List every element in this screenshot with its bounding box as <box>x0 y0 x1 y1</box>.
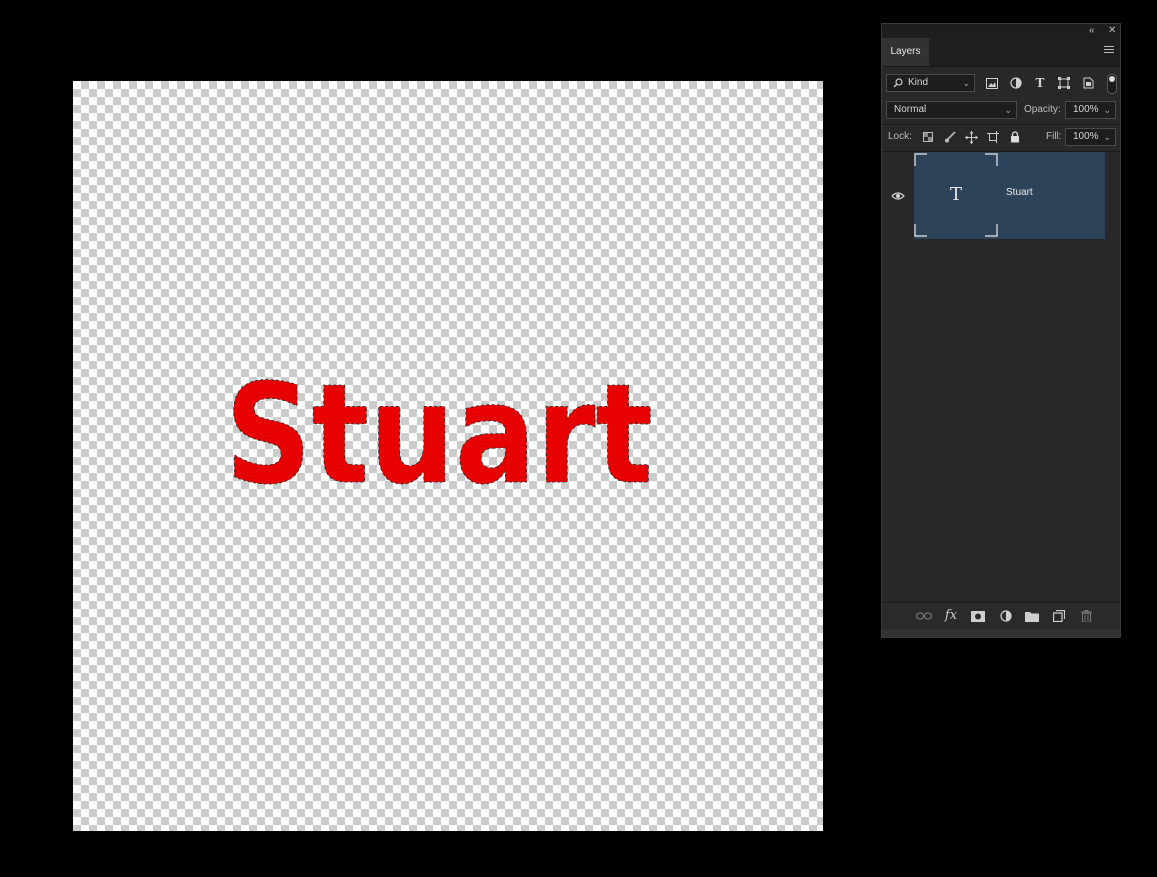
canvas-text-stuart: Stuart <box>225 354 653 515</box>
layer-mask-icon[interactable] <box>970 608 986 624</box>
shape-filter-icon[interactable] <box>1056 75 1072 91</box>
filter-toggle-switch[interactable] <box>1107 74 1117 94</box>
chevron-down-icon: ⌄ <box>1004 105 1012 115</box>
layer-name[interactable]: Stuart <box>1006 187 1033 198</box>
tab-layers[interactable]: Layers <box>882 38 929 66</box>
kind-filter-value: Kind <box>908 77 929 88</box>
type-filter-icon[interactable]: T <box>1032 75 1048 91</box>
lock-artboard-icon[interactable] <box>985 129 1001 145</box>
kind-filter-dropdown[interactable]: Kind ⌄ <box>886 74 975 92</box>
blend-row: Normal ⌄ Opacity: 100% ⌄ <box>882 100 1120 122</box>
eye-visibility-icon[interactable] <box>891 191 905 201</box>
filter-row: Kind ⌄ T <box>882 71 1120 95</box>
lock-brush-icon[interactable] <box>942 129 958 145</box>
link-layers-icon[interactable] <box>916 608 932 624</box>
chevron-down-icon: ⌄ <box>1103 132 1111 142</box>
close-icon[interactable]: ✕ <box>1108 25 1116 37</box>
adjustment-filter-icon[interactable] <box>1008 75 1024 91</box>
fx-icon[interactable]: fx <box>943 607 959 623</box>
document-canvas[interactable]: Stuart <box>73 81 823 831</box>
panel-titlebar: « ✕ <box>882 24 1120 38</box>
smart-object-filter-icon[interactable] <box>1080 75 1096 91</box>
divider <box>882 124 1120 125</box>
new-layer-icon[interactable] <box>1051 608 1067 624</box>
layer-row-stuart[interactable]: T Stuart <box>882 152 1120 239</box>
opacity-label: Opacity: <box>1024 104 1061 115</box>
lock-all-icon[interactable] <box>1007 129 1023 145</box>
panel-resize-grip[interactable] <box>882 629 1120 637</box>
trash-icon[interactable] <box>1078 608 1094 624</box>
lock-row: Lock: Fill: 100% ⌄ <box>882 127 1120 149</box>
fill-label: Fill: <box>1046 131 1062 142</box>
text-layer-thumbnail: T <box>914 153 998 237</box>
lock-label: Lock: <box>888 131 912 142</box>
blend-mode-dropdown[interactable]: Normal ⌄ <box>886 101 1017 119</box>
layers-bottom-toolbar: fx <box>882 602 1120 629</box>
double-chevron-left-icon[interactable]: « <box>1089 25 1095 37</box>
adjustment-layer-icon[interactable] <box>998 608 1014 624</box>
blend-mode-value: Normal <box>894 104 927 115</box>
canvas-artwork: Stuart <box>225 354 654 516</box>
group-folder-icon[interactable] <box>1024 608 1040 624</box>
chevron-down-icon: ⌄ <box>1103 105 1111 115</box>
fill-field[interactable]: 100% ⌄ <box>1065 128 1116 146</box>
hamburger-icon[interactable] <box>1104 46 1114 55</box>
chevron-down-icon: ⌄ <box>962 78 970 88</box>
search-icon <box>893 78 903 88</box>
opacity-field[interactable]: 100% ⌄ <box>1065 101 1116 119</box>
opacity-value: 100% <box>1073 104 1099 115</box>
panel-tab-row: Layers <box>882 38 1120 67</box>
fill-value: 100% <box>1073 131 1099 142</box>
image-filter-icon[interactable] <box>984 75 1000 91</box>
lock-move-icon[interactable] <box>963 129 979 145</box>
text-type-glyph: T <box>949 184 962 205</box>
layers-panel: « ✕ Layers Kind ⌄ T Normal ⌄ Opacity: 10… <box>881 23 1121 638</box>
lock-transparent-icon[interactable] <box>920 129 936 145</box>
